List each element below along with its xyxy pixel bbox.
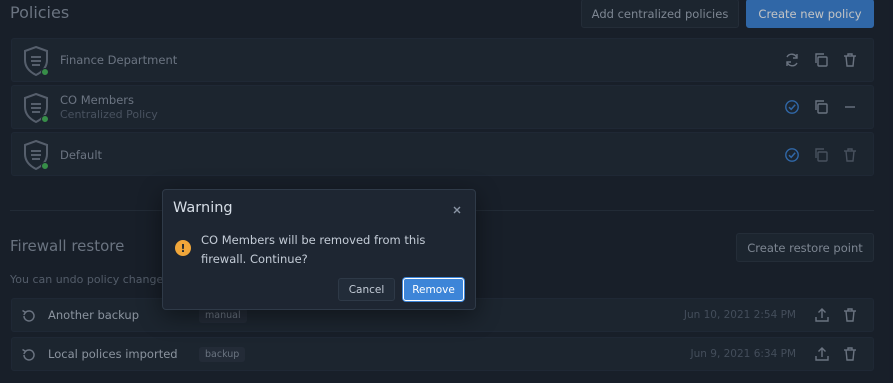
dialog-message: CO Members will be removed from this fir…	[201, 233, 426, 266]
dialog-title: Warning	[173, 200, 233, 216]
remove-button[interactable]: Remove	[403, 278, 464, 301]
warning-dialog: Warning ! CO Members will be removed fro…	[162, 189, 476, 310]
policies-page: Policies Add centralized policies Create…	[0, 0, 893, 383]
close-icon[interactable]	[451, 204, 463, 216]
warning-icon: !	[175, 240, 191, 256]
cancel-button[interactable]: Cancel	[338, 278, 395, 301]
